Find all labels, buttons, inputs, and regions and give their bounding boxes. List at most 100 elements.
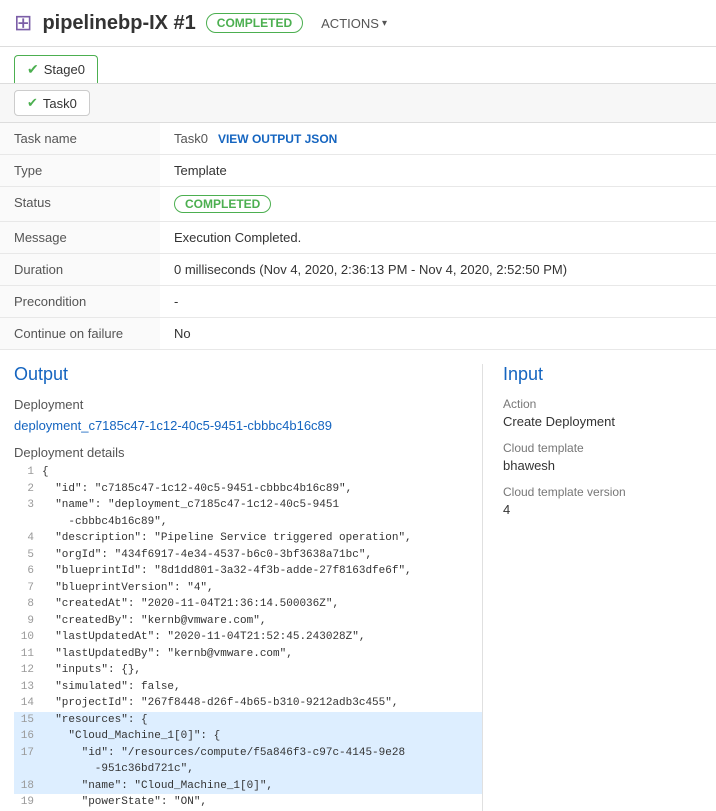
line-number: 15 (14, 712, 42, 729)
status-badge: COMPLETED (174, 195, 271, 213)
actions-button[interactable]: ACTIONS ▾ (321, 16, 387, 31)
task-bar: ✔ Task0 (0, 84, 716, 123)
input-title: Input (503, 364, 702, 385)
info-row-label: Continue on failure (0, 318, 160, 350)
code-line: 16 "Cloud_Machine_1[0]": { (14, 728, 482, 745)
info-row-value: Execution Completed. (160, 222, 716, 254)
line-number: 6 (14, 563, 42, 580)
line-number (14, 761, 42, 778)
page-header: ⊞ pipelinebp-IX #1 COMPLETED ACTIONS ▾ (0, 0, 716, 47)
info-row: Precondition- (0, 286, 716, 318)
code-line: 2 "id": "c7185c47-1c12-40c5-9451-cbbbc4b… (14, 481, 482, 498)
code-line: 14 "projectId": "267f8448-d26f-4b65-b310… (14, 695, 482, 712)
code-line: 18 "name": "Cloud_Machine_1[0]", (14, 778, 482, 795)
line-number: 1 (14, 464, 42, 481)
stage-tab-label: Stage0 (44, 62, 85, 77)
line-content: "resources": { (42, 712, 482, 729)
code-line: 6 "blueprintId": "8d1dd801-3a32-4f3b-add… (14, 563, 482, 580)
stage0-tab[interactable]: ✔ Stage0 (14, 55, 98, 83)
deployment-details-label: Deployment details (14, 445, 482, 460)
info-row: MessageExecution Completed. (0, 222, 716, 254)
line-content: "projectId": "267f8448-d26f-4b65-b310-92… (42, 695, 482, 712)
line-number: 2 (14, 481, 42, 498)
code-line: 11 "lastUpdatedBy": "kernb@vmware.com", (14, 646, 482, 663)
code-line: 13 "simulated": false, (14, 679, 482, 696)
cloud-template-value: bhawesh (503, 458, 702, 473)
line-content: "Cloud_Machine_1[0]": { (42, 728, 482, 745)
page-title: pipelinebp-IX #1 (42, 12, 195, 35)
cloud-template-version-label: Cloud template version (503, 485, 702, 499)
code-line: -cbbbc4b16c89", (14, 514, 482, 531)
info-row-label: Status (0, 187, 160, 222)
action-value: Create Deployment (503, 414, 702, 429)
line-number: 9 (14, 613, 42, 630)
deployment-label: Deployment (14, 397, 482, 412)
line-content: "createdAt": "2020-11-04T21:36:14.500036… (42, 596, 482, 613)
info-row: Duration0 milliseconds (Nov 4, 2020, 2:3… (0, 254, 716, 286)
line-number: 11 (14, 646, 42, 663)
line-number: 10 (14, 629, 42, 646)
code-line: 8 "createdAt": "2020-11-04T21:36:14.5000… (14, 596, 482, 613)
code-line: 15 "resources": { (14, 712, 482, 729)
code-line: 7 "blueprintVersion": "4", (14, 580, 482, 597)
line-content: "id": "c7185c47-1c12-40c5-9451-cbbbc4b16… (42, 481, 482, 498)
line-number (14, 514, 42, 531)
line-number: 19 (14, 794, 42, 811)
line-number: 18 (14, 778, 42, 795)
cloud-template-label: Cloud template (503, 441, 702, 455)
info-row-label: Task name (0, 123, 160, 155)
task-name-value: Task0 (174, 131, 208, 146)
line-content: "lastUpdatedAt": "2020-11-04T21:52:45.24… (42, 629, 482, 646)
code-line: 5 "orgId": "434f6917-4e34-4537-b6c0-3bf3… (14, 547, 482, 564)
line-number: 14 (14, 695, 42, 712)
line-content: "lastUpdatedBy": "kernb@vmware.com", (42, 646, 482, 663)
line-content: "orgId": "434f6917-4e34-4537-b6c0-3bf363… (42, 547, 482, 564)
task0-tab[interactable]: ✔ Task0 (14, 90, 90, 116)
line-number: 16 (14, 728, 42, 745)
info-row-value: No (160, 318, 716, 350)
info-row-value: COMPLETED (160, 187, 716, 222)
line-number: 12 (14, 662, 42, 679)
info-row-label: Type (0, 155, 160, 187)
view-output-json-link[interactable]: VIEW OUTPUT JSON (218, 132, 337, 146)
info-row: Task name Task0 VIEW OUTPUT JSON (0, 123, 716, 155)
line-content: "powerState": "ON", (42, 794, 482, 811)
line-number: 7 (14, 580, 42, 597)
task-tab-label: Task0 (43, 96, 77, 111)
info-row-label: Precondition (0, 286, 160, 318)
code-block: 1{2 "id": "c7185c47-1c12-40c5-9451-cbbbc… (14, 464, 482, 811)
line-number: 17 (14, 745, 42, 762)
line-content: "blueprintVersion": "4", (42, 580, 482, 597)
code-line: 9 "createdBy": "kernb@vmware.com", (14, 613, 482, 630)
line-content: { (42, 464, 482, 481)
line-content: "name": "Cloud_Machine_1[0]", (42, 778, 482, 795)
line-content: -cbbbc4b16c89", (42, 514, 482, 531)
cloud-template-version-value: 4 (503, 502, 702, 517)
output-section: Output Deployment deployment_c7185c47-1c… (14, 364, 482, 811)
output-input-container: Output Deployment deployment_c7185c47-1c… (0, 350, 716, 811)
code-line: 3 "name": "deployment_c7185c47-1c12-40c5… (14, 497, 482, 514)
line-content: -951c36bd721c", (42, 761, 482, 778)
task-check-icon: ✔ (27, 95, 38, 111)
line-number: 3 (14, 497, 42, 514)
pipeline-icon: ⊞ (14, 10, 32, 36)
line-content: "simulated": false, (42, 679, 482, 696)
task-info-table: Task nameTask0VIEW OUTPUT JSONTypeTempla… (0, 123, 716, 350)
line-content: "createdBy": "kernb@vmware.com", (42, 613, 482, 630)
code-line: 4 "description": "Pipeline Service trigg… (14, 530, 482, 547)
stage-check-icon: ✔ (27, 61, 39, 78)
info-row-label: Duration (0, 254, 160, 286)
info-row: Status COMPLETED (0, 187, 716, 222)
code-line: 19 "powerState": "ON", (14, 794, 482, 811)
actions-label: ACTIONS (321, 16, 379, 31)
line-content: "id": "/resources/compute/f5a846f3-c97c-… (42, 745, 482, 762)
code-line: 12 "inputs": {}, (14, 662, 482, 679)
line-number: 5 (14, 547, 42, 564)
info-row-value: Task0 VIEW OUTPUT JSON (160, 123, 716, 155)
line-content: "name": "deployment_c7185c47-1c12-40c5-9… (42, 497, 482, 514)
deployment-link[interactable]: deployment_c7185c47-1c12-40c5-9451-cbbbc… (14, 418, 482, 433)
line-content: "description": "Pipeline Service trigger… (42, 530, 482, 547)
stage-bar: ✔ Stage0 (0, 47, 716, 84)
line-number: 13 (14, 679, 42, 696)
info-row: Continue on failureNo (0, 318, 716, 350)
